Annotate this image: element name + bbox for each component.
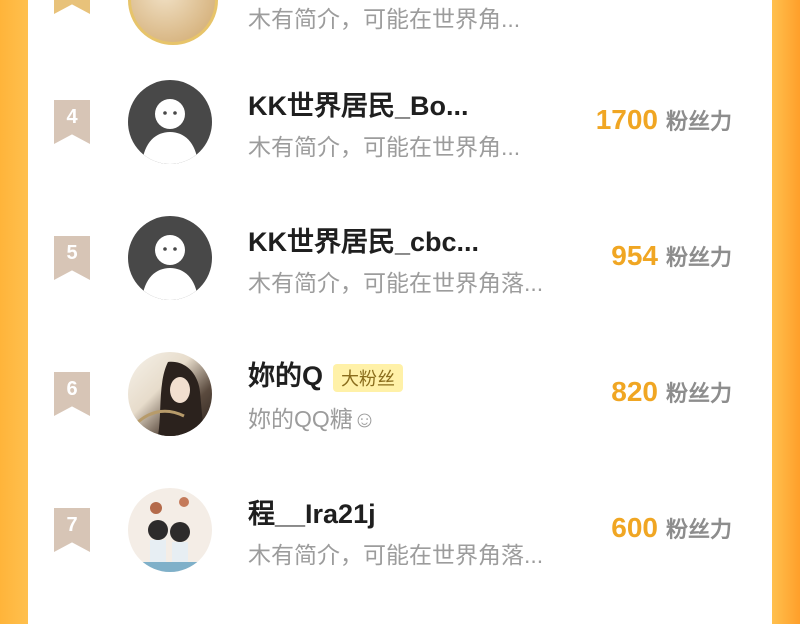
rank-badge: 7 [54,508,90,552]
score-value: 820 [611,376,658,407]
avatar[interactable] [128,0,218,45]
rank-badge: 6 [54,372,90,416]
anime-portrait-icon [137,361,204,436]
user-name[interactable]: KK世界居民_cbc... [248,220,479,259]
bio-text: 木有简介，可能在世界角落... [248,270,544,296]
score-value: 600 [611,512,658,543]
list-item[interactable]: 4 KK世界居民_Bo... 木有简介，可能在世界角... 1700 粉丝力 [28,58,772,178]
avatar[interactable] [128,216,212,300]
default-avatar-icon [142,235,198,300]
list-item[interactable]: 7 程__Ira21j 木有简介，可能在世界角落... 600 粉丝力 [28,466,772,586]
score-value: 954 [611,240,658,271]
score-value: 1700 [595,104,658,135]
default-avatar-icon [142,99,198,164]
user-name[interactable]: 程__Ira21j [248,492,376,531]
avatar[interactable] [128,488,212,572]
score-unit: 粉丝力 [665,517,732,542]
list-item[interactable]: 5 KK世界居民_cbc... 木有简介，可能在世界角落... 954 粉丝力 [28,194,772,314]
avatar[interactable] [128,352,212,436]
bio-text: 妳的QQ糖☺ [248,406,377,432]
bio-text: 木有简介，可能在世界角落... [248,542,544,568]
user-name-text[interactable]: 妳的Q [248,361,323,391]
fan-power-score: 1700 粉丝力 [596,104,732,136]
fan-power-score: 820 粉丝力 [611,376,732,408]
rank-badge [54,0,90,14]
fan-power-score: 600 粉丝力 [611,512,732,544]
score-unit: 粉丝力 [665,109,732,134]
list-item[interactable]: 木有简介，可能在世界角... [28,0,772,50]
fan-ranking-card: 木有简介，可能在世界角... 4 KK世界居民_Bo... 木有简介，可能在世界… [28,0,772,624]
list-item[interactable]: 6 妳的Q 大粉丝 妳的QQ糖☺ 820 粉丝力 [28,330,772,450]
bio-text: 木有简介，可能在世界角... [248,134,521,160]
user-name[interactable]: 妳的Q 大粉丝 [248,354,404,393]
rank-badge: 5 [54,236,90,280]
illustration-icon [142,497,198,572]
big-fan-badge: 大粉丝 [333,363,404,392]
fan-power-score: 954 粉丝力 [611,240,732,272]
score-unit: 粉丝力 [665,245,732,270]
avatar[interactable] [128,80,212,164]
score-unit: 粉丝力 [665,381,732,406]
rank-badge: 4 [54,100,90,144]
user-name[interactable]: KK世界居民_Bo... [248,84,469,123]
bio-text: 木有简介，可能在世界角... [248,6,521,32]
